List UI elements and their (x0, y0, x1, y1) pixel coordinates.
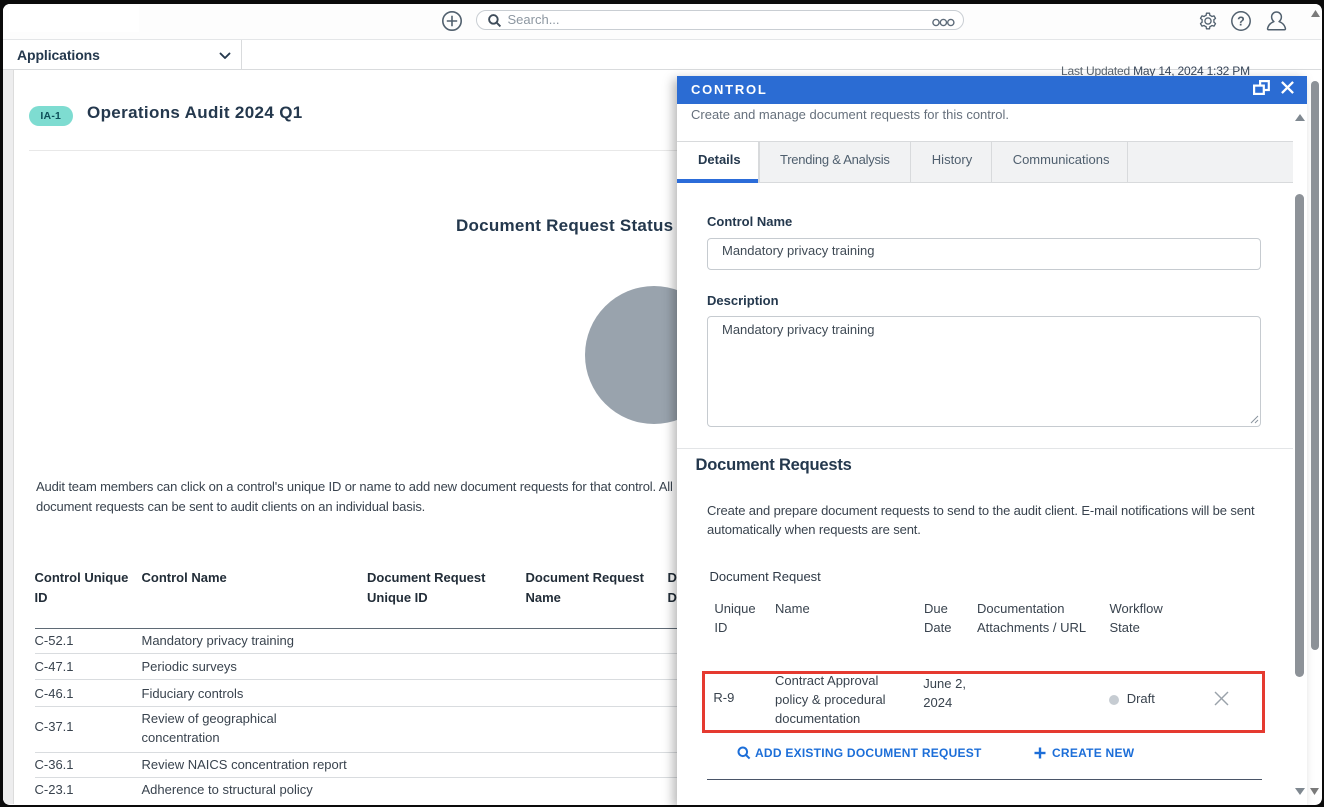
svg-text:?: ? (1237, 15, 1245, 29)
